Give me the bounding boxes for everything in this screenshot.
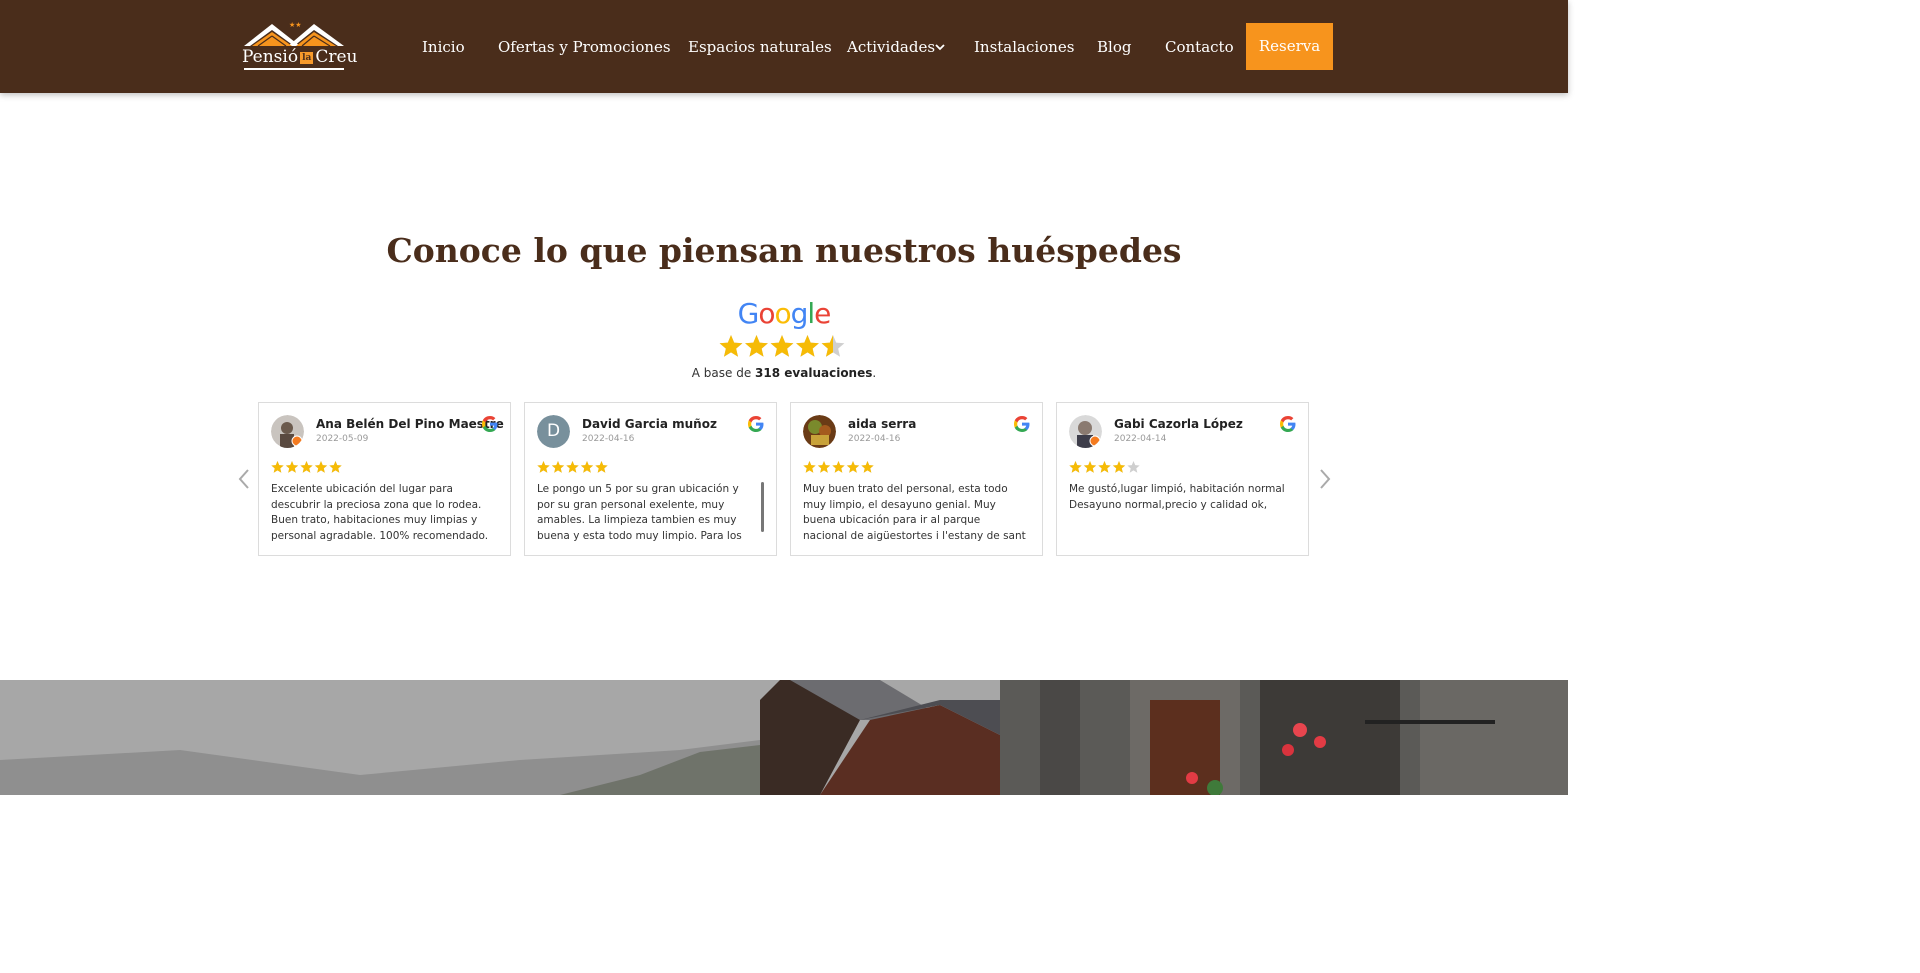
google-g-icon: [1014, 416, 1030, 432]
star-icon: [314, 461, 328, 473]
star-icon: [580, 461, 594, 473]
avatar: D: [537, 415, 570, 448]
hero-photo: [0, 680, 1568, 795]
review-text: Excelente ubicación del lugar para descu…: [271, 483, 489, 542]
reviewer-name[interactable]: aida serra: [848, 416, 916, 432]
section-title: Conoce lo que piensan nuestros huéspedes: [386, 231, 1182, 270]
review-stars: [803, 461, 874, 473]
star-icon: [1069, 461, 1082, 473]
overall-rating-stars: [719, 335, 845, 357]
star-icon: [1112, 461, 1126, 473]
star-icon: [803, 461, 816, 473]
star-icon: [861, 461, 874, 473]
logo-underline: [244, 68, 344, 70]
star-icon: [817, 461, 831, 473]
reviewer-name[interactable]: Gabi Cazorla López: [1114, 416, 1243, 432]
star-icon: [1098, 461, 1111, 473]
chevron-down-icon[interactable]: [934, 41, 946, 53]
review-date: 2022-04-16: [848, 434, 901, 444]
nav-contacto[interactable]: Contacto: [1165, 37, 1234, 57]
nav-espacios-naturales[interactable]: Espacios naturales: [688, 37, 832, 57]
google-logo: Google: [737, 297, 832, 330]
avatar: [1069, 415, 1102, 448]
site-header: ★★ Pensió la Creu Inicio Ofertas y Promoci…: [0, 0, 1568, 93]
reviewer-name[interactable]: David Garcia muñoz: [582, 416, 717, 432]
star-icon: [770, 335, 794, 357]
review-scrollbar[interactable]: [761, 482, 764, 532]
review-text: Le pongo un 5 por su gran ubicación y po…: [537, 483, 742, 546]
review-card: aida serra 2022-04-16 Muy buen trato del…: [790, 402, 1043, 556]
review-date: 2022-05-09: [316, 434, 369, 444]
google-g-icon: [482, 416, 498, 432]
star-icon: [271, 461, 284, 473]
logo-wordmark: Pensió la Creu: [242, 47, 358, 67]
star-icon: [1083, 461, 1097, 473]
site-logo[interactable]: ★★ Pensió la Creu: [242, 20, 358, 72]
nav-ofertas[interactable]: Ofertas y Promociones: [498, 37, 671, 57]
star-icon: [745, 335, 768, 357]
carousel-next-icon[interactable]: [1318, 468, 1332, 490]
star-icon: [537, 461, 550, 473]
star-icon: [846, 461, 860, 473]
reserva-button[interactable]: Reserva: [1246, 23, 1333, 70]
based-on-text: A base de 318 evaluaciones.: [691, 366, 877, 380]
nav-inicio[interactable]: Inicio: [422, 37, 465, 57]
star-empty-icon: [1127, 461, 1140, 473]
star-icon: [566, 461, 579, 473]
avatar: [271, 415, 304, 448]
nav-blog[interactable]: Blog: [1097, 37, 1131, 57]
review-card: Gabi Cazorla López 2022-04-14 Me gustó,l…: [1056, 402, 1309, 556]
review-date: 2022-04-16: [582, 434, 635, 444]
google-g-icon: [748, 416, 764, 432]
star-icon: [329, 461, 342, 473]
review-stars: [1069, 461, 1140, 473]
review-text: Muy buen trato del personal, esta todo m…: [803, 483, 1026, 546]
reviewer-name[interactable]: Ana Belén Del Pino Maestre: [316, 416, 504, 432]
star-icon: [285, 461, 299, 473]
review-stars: [537, 461, 608, 473]
avatar: [803, 415, 836, 448]
review-stars: [271, 461, 342, 473]
star-icon: [300, 461, 313, 473]
star-icon: [551, 461, 565, 473]
review-card: Ana Belén Del Pino Maestre 2022-05-09 Ex…: [258, 402, 511, 556]
nav-instalaciones[interactable]: Instalaciones: [974, 37, 1074, 57]
review-date: 2022-04-14: [1114, 434, 1167, 444]
review-card: D David Garcia muñoz 2022-04-16 Le pongo…: [524, 402, 777, 556]
review-text: Me gustó,lugar limpió, habitación normal…: [1069, 483, 1285, 511]
star-icon: [796, 335, 819, 357]
svg-text:★★: ★★: [289, 21, 302, 29]
star-icon: [595, 461, 608, 473]
star-icon: [832, 461, 845, 473]
google-g-icon: [1280, 416, 1296, 432]
roof-icon: ★★: [244, 21, 344, 47]
star-icon: [719, 335, 743, 357]
carousel-prev-icon[interactable]: [237, 468, 251, 490]
building-photo: [0, 680, 1568, 795]
nav-actividades[interactable]: Actividades: [847, 37, 935, 57]
